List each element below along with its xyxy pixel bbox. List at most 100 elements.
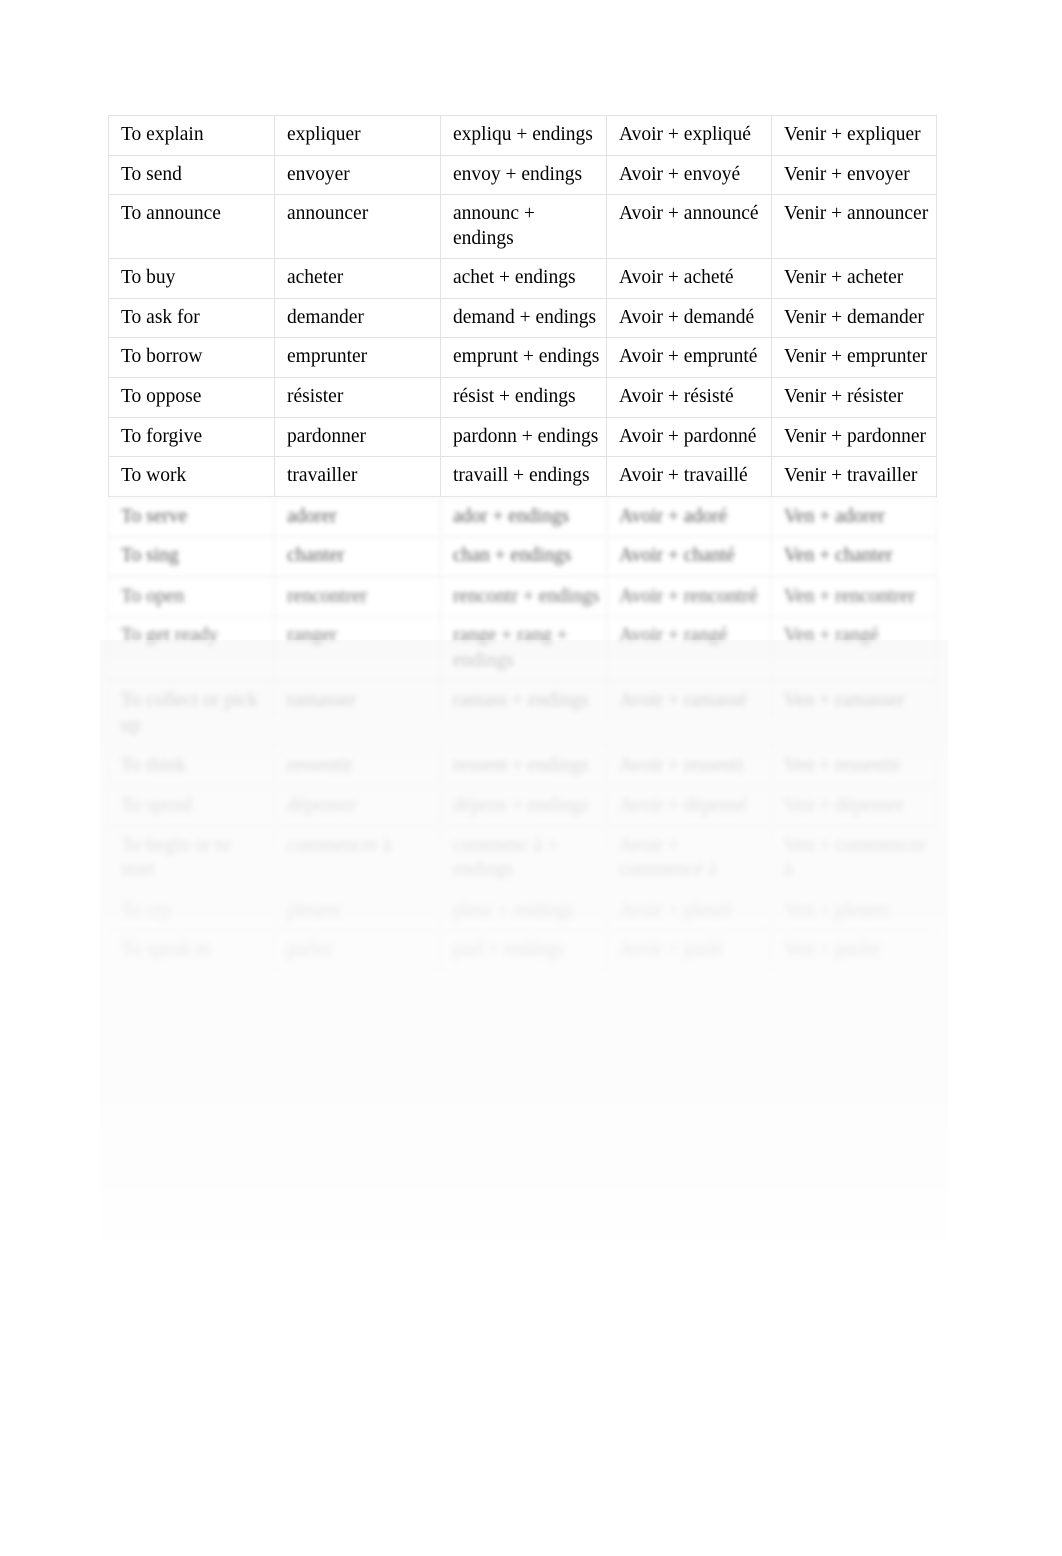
cell-venir: Ven + rangé [771, 616, 937, 682]
cell-stem: dépens + endings [440, 786, 607, 827]
cell-french: announcer [274, 194, 441, 260]
table-row-degraded: To think ressentir ressent + endings Avo… [108, 745, 937, 787]
table-row: To ask for demander demand + endings Avo… [108, 297, 937, 339]
cell-english: To ask for [108, 297, 275, 339]
cell-avoir: Avoir + pleuré [606, 890, 772, 932]
cell-stem: commenc à + endings [440, 825, 607, 891]
verb-table-degraded-group-4: To spend dépenser dépens + endings Avoir… [108, 786, 937, 891]
table-row-degraded: To collect or pick up ramasser ramass + … [108, 681, 937, 747]
verb-table-degraded-group-3: To collect or pick up ramasser ramass + … [108, 681, 937, 787]
verb-table-degraded-group-2: To open rencontrer rencontr + endings Av… [108, 576, 937, 682]
cell-avoir: Avoir + ramassé [606, 681, 772, 747]
cell-avoir: Avoir + résisté [606, 376, 772, 418]
cell-french: travailler [274, 456, 441, 497]
cell-stem: ressent + endings [440, 745, 607, 787]
cell-french: emprunter [274, 337, 441, 378]
cell-french: résister [274, 376, 441, 418]
table-row-degraded: To get ready ranger range + rang + endin… [108, 616, 937, 682]
cell-french: expliquer [274, 115, 441, 156]
cell-english: To spend [108, 786, 275, 827]
cell-avoir: Avoir + commencé à [606, 825, 772, 891]
cell-stem: ador + endings [440, 496, 607, 538]
cell-stem: travaill + endings [440, 456, 607, 497]
cell-english: To sing [108, 536, 275, 577]
cell-french: adorer [274, 496, 441, 538]
cell-french: pardonner [274, 416, 441, 458]
cell-stem: achet + endings [440, 258, 607, 299]
cell-venir: Venir + demander [771, 297, 937, 339]
cell-avoir: Avoir + rangé [606, 616, 772, 682]
table-row-degraded: To open rencontrer rencontr + endings Av… [108, 576, 937, 618]
cell-stem: ramass + endings [440, 681, 607, 747]
cell-english: To forgive [108, 416, 275, 458]
cell-stem: pardonn + endings [440, 416, 607, 458]
cell-venir: Ven + rencontrer [771, 576, 937, 618]
cell-english: To open [108, 576, 275, 618]
cell-venir: Venir + emprunter [771, 337, 937, 378]
cell-avoir: Avoir + chanté [606, 536, 772, 577]
document-page: To explain expliquer expliqu + endings A… [0, 0, 1062, 1556]
cell-french: commencer à [274, 825, 441, 891]
cell-avoir: Avoir + announcé [606, 194, 772, 260]
cell-avoir: Avoir + emprunté [606, 337, 772, 378]
cell-avoir: Avoir + adoré [606, 496, 772, 538]
cell-english: To buy [108, 258, 275, 299]
cell-english: To speak to [108, 930, 275, 971]
cell-avoir: Avoir + expliqué [606, 115, 772, 156]
table-row: To send envoyer envoy + endings Avoir + … [108, 154, 937, 196]
cell-venir: Venir + travailler [771, 456, 937, 497]
verb-table-degraded-group-5: To cry pleurer pleur + endings Avoir + p… [108, 890, 937, 971]
cell-french: demander [274, 297, 441, 339]
table-row-degraded: To cry pleurer pleur + endings Avoir + p… [108, 890, 937, 932]
cell-stem: range + rang + endings [440, 616, 607, 682]
table-row: To work travailler travaill + endings Av… [108, 456, 937, 497]
verb-table-body: To explain expliquer expliqu + endings A… [108, 115, 937, 497]
cell-french: envoyer [274, 154, 441, 196]
cell-stem: chan + endings [440, 536, 607, 577]
table-row: To announce announcer announc + endings … [108, 194, 937, 260]
verb-conjugation-table: To explain expliquer expliqu + endings A… [108, 115, 937, 497]
cell-english: To serve [108, 496, 275, 538]
table-row: To forgive pardonner pardonn + endings A… [108, 416, 937, 458]
table-row: To explain expliquer expliqu + endings A… [108, 115, 937, 156]
cell-venir: Ven + parler [771, 930, 937, 971]
cell-french: parler [274, 930, 441, 971]
cell-stem: expliqu + endings [440, 115, 607, 156]
cell-venir: Venir + envoyer [771, 154, 937, 196]
cell-avoir: Avoir + envoyé [606, 154, 772, 196]
table-row-degraded: To begin or to start commencer à commenc… [108, 825, 937, 891]
cell-english: To send [108, 154, 275, 196]
cell-venir: Ven + ressentir [771, 745, 937, 787]
table-row: To oppose résister résist + endings Avoi… [108, 376, 937, 418]
cell-english: To think [108, 745, 275, 787]
cell-french: dépenser [274, 786, 441, 827]
table-row-degraded: To serve adorer ador + endings Avoir + a… [108, 496, 937, 538]
cell-avoir: Avoir + demandé [606, 297, 772, 339]
cell-avoir: Avoir + parlé [606, 930, 772, 971]
cell-english: To work [108, 456, 275, 497]
cell-venir: Ven + pleurer [771, 890, 937, 932]
cell-stem: pleur + endings [440, 890, 607, 932]
cell-venir: Venir + acheter [771, 258, 937, 299]
table-row: To borrow emprunter emprunt + endings Av… [108, 337, 937, 378]
cell-english: To announce [108, 194, 275, 260]
cell-avoir: Avoir + travaillé [606, 456, 772, 497]
cell-english: To begin or to start [108, 825, 275, 891]
cell-french: pleurer [274, 890, 441, 932]
cell-french: rencontrer [274, 576, 441, 618]
cell-avoir: Avoir + acheté [606, 258, 772, 299]
cell-avoir: Avoir + pardonné [606, 416, 772, 458]
cell-stem: parl + endings [440, 930, 607, 971]
cell-venir: Venir + pardonner [771, 416, 937, 458]
cell-english: To explain [108, 115, 275, 156]
cell-french: chanter [274, 536, 441, 577]
verb-table-degraded-group-1: To serve adorer ador + endings Avoir + a… [108, 496, 937, 577]
table-row-degraded: To sing chanter chan + endings Avoir + c… [108, 536, 937, 577]
cell-venir: Ven + dépenser [771, 786, 937, 827]
cell-english: To collect or pick up [108, 681, 275, 747]
table-row-degraded: To spend dépenser dépens + endings Avoir… [108, 786, 937, 827]
cell-english: To get ready [108, 616, 275, 682]
cell-english: To oppose [108, 376, 275, 418]
cell-stem: résist + endings [440, 376, 607, 418]
cell-english: To borrow [108, 337, 275, 378]
